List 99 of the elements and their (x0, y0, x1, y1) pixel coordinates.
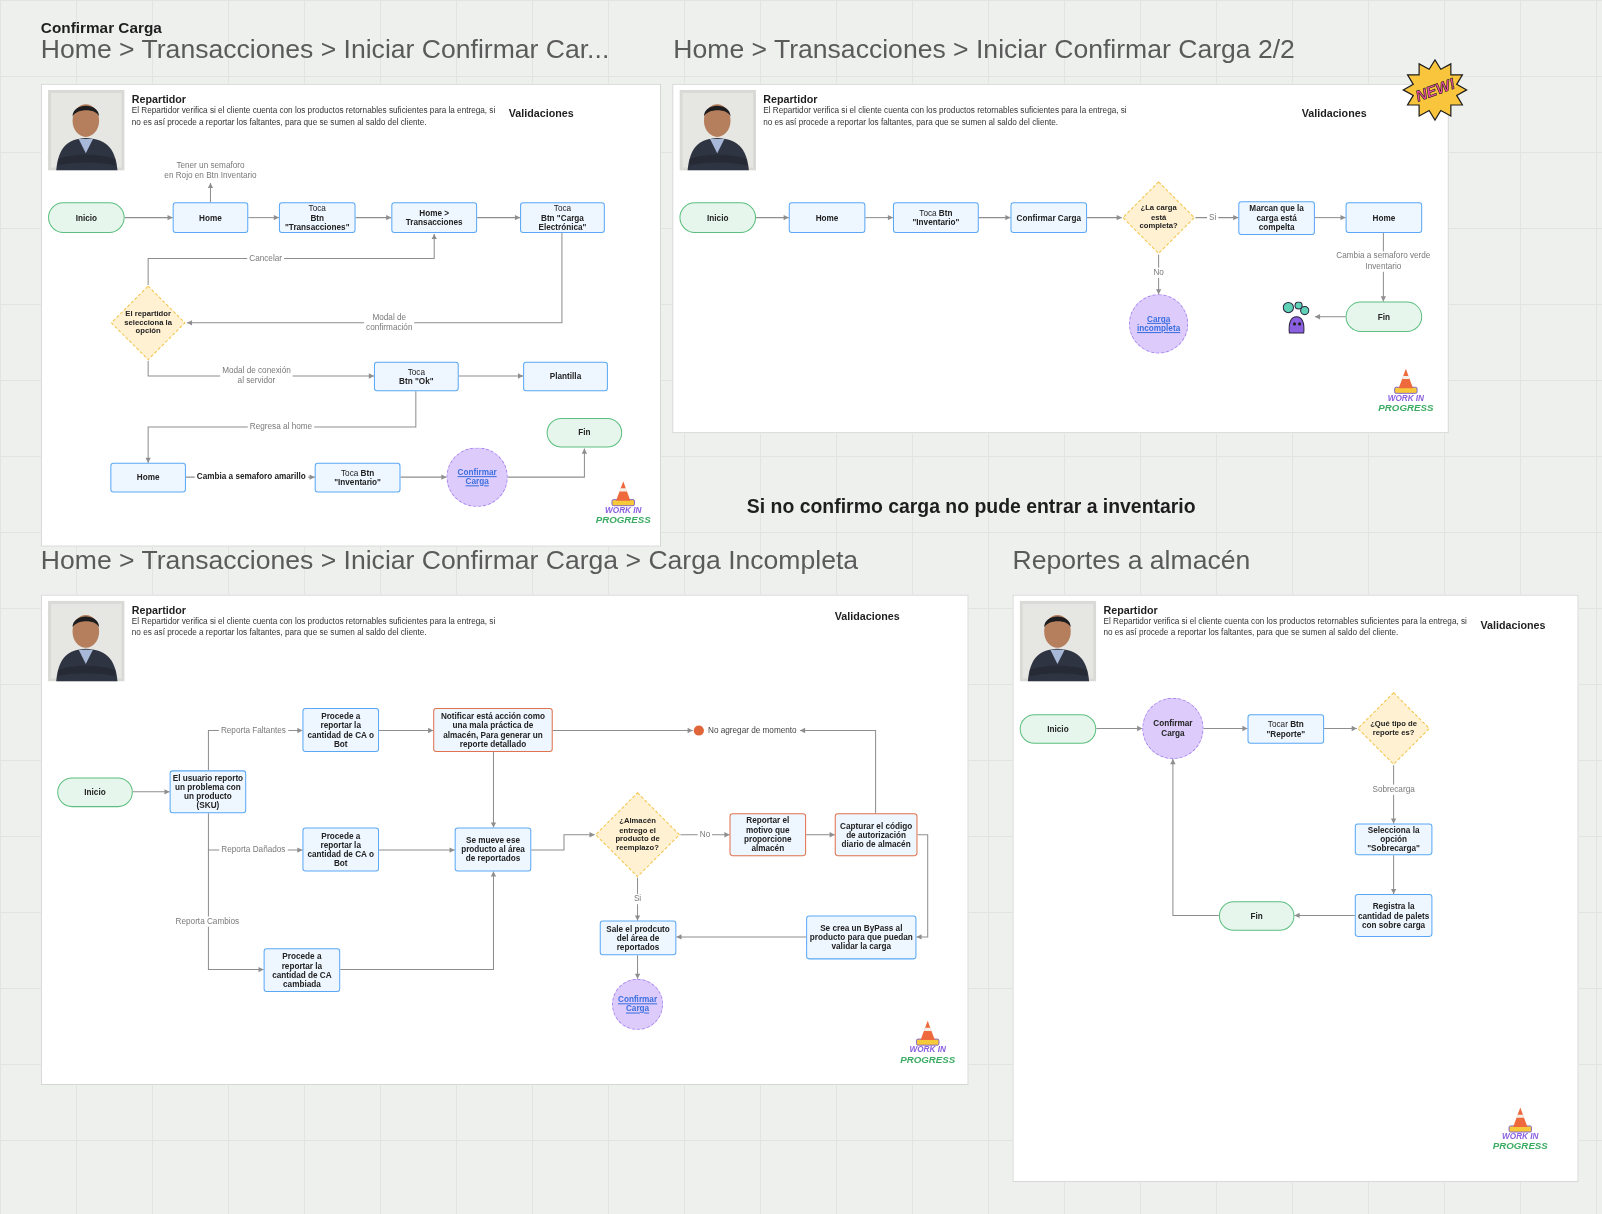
process-node: Procede a reportar la cantidad de CA o Bot (302, 827, 380, 872)
process-node: Procede a reportar la cantidad de CA cambiada (263, 948, 341, 993)
breadcrumb-title: Reportes a almacén (1012, 546, 1251, 574)
process-node: Tocar Btn "Reporte" (1247, 714, 1325, 744)
node-link[interactable]: Carga incompleta (1130, 314, 1188, 334)
connector-arrow (634, 954, 641, 980)
edge-label: Cancelar (247, 253, 285, 264)
validations-title: Validaciones (508, 106, 574, 122)
sticker-text: WORK IN PROGRESS (1492, 1133, 1548, 1152)
traffic-cone-icon (611, 480, 636, 507)
role-description: El Repartidor verifica si el cliente cuenta con los productos retornables suficientes para la entrega, si no es así procede a reportar los faltantes, para que se sumen al saldo del cliente. (1103, 617, 1468, 639)
connector-arrow (1390, 854, 1397, 895)
terminal-node: Inicio (1019, 714, 1097, 744)
validations-title: Validaciones (834, 608, 900, 625)
role-title: Repartidor (1103, 602, 1158, 618)
connector-arrow (978, 214, 1011, 221)
connector-arrow (864, 214, 894, 221)
traffic-cone-icon (915, 1019, 940, 1047)
process-node: Home (788, 202, 866, 233)
sticker-text: WORK IN PROGRESS (1378, 394, 1434, 413)
process-node: Confirmar Carga (1010, 202, 1088, 233)
process-node: Home (1345, 202, 1423, 233)
connector-arrow (458, 373, 524, 379)
connector-arrow (476, 214, 521, 221)
connector-arrow (1203, 725, 1248, 732)
edge-label: Reporta Dañados (219, 844, 288, 856)
role-title: Repartidor (763, 91, 818, 107)
process-node: Registra la cantidad de palets con sobre carga (1354, 894, 1433, 937)
creature-icon (1282, 301, 1310, 335)
connector-arrow (355, 214, 392, 221)
process-node: El usuario reporto un problema con un producto (SKU) (169, 770, 247, 814)
process-node: Notificar está acción como una mala práctica de almacén, Para generar un reporte detallado (433, 708, 553, 752)
sticker-text: WORK IN PROGRESS (595, 506, 651, 526)
edge-label: Reporta Cambios (173, 916, 242, 927)
connector-arrow (755, 214, 790, 221)
connector-arrow (400, 474, 447, 480)
edge-label: Sobrecarga (1370, 784, 1417, 795)
process-node: Toca Btn "Inventario" (314, 462, 401, 493)
terminal-node: Inicio (679, 202, 757, 233)
process-node: Sale el prodcuto del área de reportados (599, 920, 677, 956)
breadcrumb-title: Home > Transacciones > Iniciar Confirmar Carga > Carga Incompleta (40, 546, 859, 574)
edge-label: No (697, 829, 713, 840)
process-node: Procede a reportar la cantidad de CA o Bot (302, 708, 380, 752)
process-node: Plantilla (523, 361, 608, 392)
role-title: Repartidor (131, 602, 187, 618)
validations-title: Validaciones (1301, 106, 1367, 122)
role-description: El Repartidor verifica si el cliente cuenta con los productos retornables suficientes para la entrega, si no es así procede a reportar los faltantes, para que se sumen al saldo del cliente. (131, 106, 497, 128)
connector-arrow (530, 832, 596, 851)
connector-arrow (247, 214, 280, 221)
node-link[interactable]: Confirmar Carga (613, 995, 663, 1014)
connector-arrow (1086, 214, 1123, 221)
process-node: Se mueve ese producto al área de reportados (454, 827, 532, 872)
connector-arrow (124, 214, 174, 221)
traffic-cone-icon (1393, 367, 1419, 395)
process-node: Toca Btn "Inventario" (892, 202, 979, 233)
edge-label: Regresa al home (247, 421, 315, 433)
connector-arrow (1323, 725, 1358, 732)
connector-arrow (1314, 214, 1347, 221)
node-label: No agregar de momento (708, 724, 797, 737)
connector-arrow (1294, 912, 1356, 919)
role-description: El Repartidor verifica si el cliente cuenta con los productos retornables suficientes para la entrega, si no es así procede a reportar los faltantes, para que se sumen al saldo del cliente. (131, 617, 497, 639)
connector-arrow (132, 789, 171, 795)
process-node: Toca Btn "Ok" (373, 361, 459, 392)
process-node: Home > Transacciones (391, 202, 478, 233)
connector-arrow (378, 727, 434, 734)
process-node: Toca Btn "Carga Electrónica" (520, 202, 605, 233)
edge-label: No (1151, 267, 1166, 278)
process-node: Selecciona la opción "Sobrecarga" (1354, 823, 1433, 856)
edge-label: Tener un semaforo en Rojo en Btn Inventario (162, 160, 259, 181)
edge-label: Reporta Faltantes (218, 725, 288, 736)
breadcrumb-title: Home > Transacciones > Iniciar Confirmar Carga 2/2 (673, 35, 1295, 63)
role-title: Repartidor (131, 91, 187, 107)
traffic-cone-icon (1508, 1106, 1533, 1134)
process-node: Home (110, 462, 186, 493)
new-sticker: NEW! (1401, 58, 1469, 122)
process-node: Marcan que la carga está compelta (1238, 201, 1315, 235)
edge-label: Si (1207, 212, 1219, 223)
page-title: Confirmar Carga (40, 17, 162, 38)
process-node: Toca Btn "Transacciones" (278, 202, 356, 233)
connector-arrow (1314, 314, 1347, 320)
process-node: Capturar el código de autorización diario de almacén (834, 813, 918, 857)
process-node: Home (172, 202, 249, 233)
validations-title: Validaciones (1480, 618, 1546, 634)
process-node: Reportar el motivo que proporcione almacén (729, 813, 807, 857)
connector-arrow (207, 182, 214, 203)
sticker-text: WORK IN PROGRESS (900, 1046, 956, 1065)
terminal-node: Fin (1345, 301, 1423, 333)
connector-arrow (805, 832, 836, 838)
edge-label: Cambia a semaforo verde Inventario (1334, 251, 1433, 272)
process-node: Se crea un ByPass al producto para que puedan validar la carga (806, 915, 917, 960)
node-link[interactable]: Confirmar Carga (447, 467, 507, 487)
annotation-text: Si no confirmo carga no pude entrar a inventario (746, 494, 1196, 519)
terminal-node: Inicio (57, 777, 133, 808)
breadcrumb-title: Home > Transacciones > Iniciar Confirmar Car... (40, 35, 610, 63)
terminal-node: Fin (1218, 901, 1295, 931)
role-description: El Repartidor verifica si el cliente cuenta con los productos retornables suficientes para la entrega, si no es así procede a reportar los faltantes, para que se sumen al saldo del cliente. (763, 106, 1128, 128)
terminal-node: Inicio (48, 202, 125, 233)
edge-label: Si (631, 894, 644, 905)
connector-arrow (1095, 725, 1143, 732)
